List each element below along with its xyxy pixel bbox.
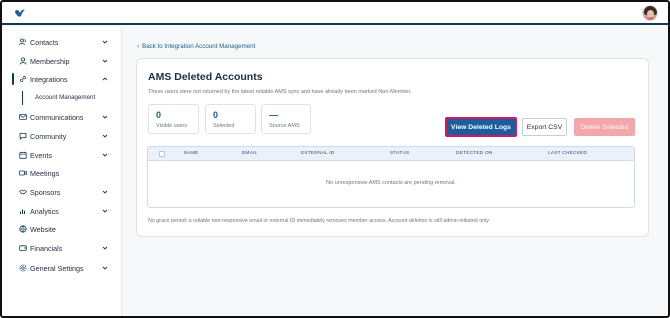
- column-header-last-checked[interactable]: LAST CHECKED: [548, 151, 587, 156]
- page-subtitle: These users were not returned by the lat…: [148, 89, 412, 95]
- chevron-down-icon[interactable]: [102, 208, 108, 214]
- video-icon: [19, 169, 27, 177]
- stat-value: 0: [156, 110, 162, 120]
- stat-label: Visible users: [156, 123, 188, 129]
- select-all-checkbox[interactable]: [159, 151, 165, 157]
- export-csv-button[interactable]: Export CSV: [522, 118, 567, 136]
- handshake-icon: [19, 188, 27, 196]
- column-header-status[interactable]: STATUS: [390, 151, 409, 156]
- sidebar-item-contacts[interactable]: Contacts: [0, 35, 120, 49]
- column-header-email[interactable]: EMAIL: [242, 151, 257, 156]
- sidebar-item-label: Financials: [30, 243, 63, 253]
- stat-value: —: [269, 110, 278, 120]
- sidebar-item-meetings[interactable]: Meetings: [0, 166, 120, 180]
- calendar-icon: [19, 151, 27, 159]
- column-header-name[interactable]: NAME: [184, 151, 199, 156]
- sidebar-item-analytics[interactable]: Analytics: [0, 204, 120, 218]
- bird-logo-icon[interactable]: [14, 8, 26, 18]
- people-icon: [19, 38, 27, 46]
- sidebar-item-sponsors[interactable]: Sponsors: [0, 185, 120, 199]
- mail-icon: [19, 113, 27, 121]
- subnav-indicator: [22, 91, 23, 105]
- table-empty-message: No unresponsive AMS contacts are pending…: [326, 180, 456, 186]
- chevron-down-icon[interactable]: [102, 265, 108, 271]
- stat-label: Source AMS: [269, 123, 300, 129]
- sidebar-item-events[interactable]: Events: [0, 148, 120, 162]
- stat-source-ams: — Source AMS: [261, 104, 311, 134]
- chevron-down-icon[interactable]: [102, 58, 108, 64]
- sidebar-item-communications[interactable]: Communications: [0, 110, 120, 124]
- gear-icon: [19, 264, 27, 272]
- sidebar-item-financials[interactable]: Financials: [0, 241, 120, 255]
- chat-icon: [19, 132, 27, 140]
- stat-selected: 0 Selected: [205, 104, 256, 134]
- sidebar-item-label: General Settings: [30, 263, 84, 273]
- user-avatar[interactable]: [642, 5, 658, 21]
- top-bar: [2, 2, 668, 25]
- globe-icon: [19, 225, 27, 233]
- sidebar-item-general-settings[interactable]: General Settings: [0, 261, 120, 275]
- chevron-down-icon[interactable]: [102, 245, 108, 251]
- chevron-left-icon: ‹: [137, 43, 140, 50]
- sidebar-item-website[interactable]: Website: [0, 222, 120, 236]
- sidebar-item-label: Community: [30, 131, 67, 141]
- chevron-down-icon[interactable]: [102, 152, 108, 158]
- delete-selected-button[interactable]: Delete Selected: [574, 118, 635, 136]
- sidebar-item-label: Communications: [30, 112, 84, 122]
- sidebar-item-label: Meetings: [30, 168, 60, 178]
- sidebar-item-integrations[interactable]: Integrations: [0, 72, 120, 86]
- sidebar-item-label: Website: [30, 224, 56, 234]
- sidebar-item-label: Contacts: [30, 37, 59, 47]
- column-header-detected-on[interactable]: DETECTED ON: [456, 151, 493, 156]
- back-link[interactable]: ‹ Back to Integration Account Management: [137, 43, 255, 50]
- wallet-icon: [19, 244, 27, 252]
- sidebar-subitem-account-management[interactable]: Account Management: [35, 94, 95, 101]
- user-icon: [19, 57, 27, 65]
- back-link-label: Back to Integration Account Management: [142, 43, 256, 50]
- sidebar-item-label: Integrations: [30, 74, 68, 84]
- sidebar-item-label: Events: [30, 150, 52, 160]
- column-header-external-id[interactable]: EXTERNAL ID: [301, 151, 334, 156]
- sidebar-item-label: Membership: [30, 56, 70, 66]
- deleted-accounts-table: NAME EMAIL EXTERNAL ID STATUS DETECTED O…: [147, 146, 635, 208]
- sidebar-item-label: Analytics: [30, 206, 59, 216]
- stat-label: Selected: [213, 123, 235, 129]
- chevron-up-icon[interactable]: [102, 76, 108, 82]
- footnote: No grace period: a reliable non-responsi…: [148, 218, 491, 224]
- page-title: AMS Deleted Accounts: [148, 71, 263, 83]
- sidebar-item-community[interactable]: Community: [0, 129, 120, 143]
- chevron-down-icon[interactable]: [102, 39, 108, 45]
- table-header: NAME EMAIL EXTERNAL ID STATUS DETECTED O…: [148, 147, 634, 161]
- link-icon: [19, 75, 27, 83]
- chevron-down-icon[interactable]: [102, 133, 108, 139]
- stat-value: 0: [213, 110, 219, 120]
- bar-chart-icon: [19, 207, 27, 215]
- stat-visible-users: 0 Visible users: [148, 104, 199, 134]
- view-deleted-logs-button[interactable]: View Deleted Logs: [445, 117, 517, 137]
- chevron-down-icon[interactable]: [102, 189, 108, 195]
- chevron-down-icon[interactable]: [102, 114, 108, 120]
- sidebar-item-membership[interactable]: Membership: [0, 54, 120, 68]
- sidebar-item-label: Sponsors: [30, 187, 61, 197]
